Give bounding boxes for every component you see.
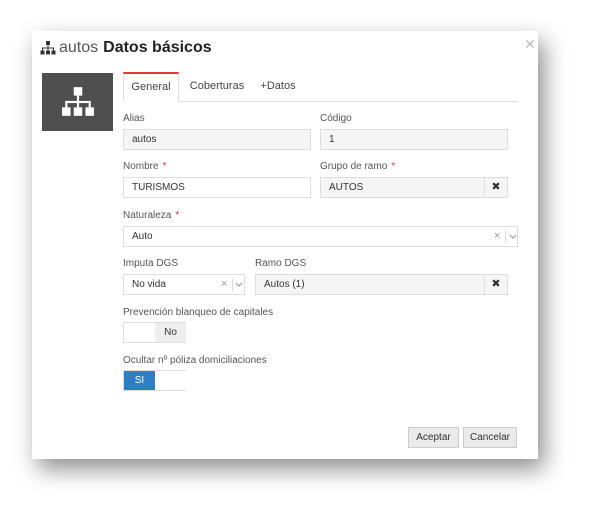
required-mark: * bbox=[175, 210, 180, 221]
grupo-ramo-field[interactable]: AUTOS ✖ bbox=[320, 177, 508, 198]
ramo-dgs-clear-button[interactable]: ✖ bbox=[484, 274, 508, 295]
tab-general[interactable]: General bbox=[123, 72, 179, 102]
dialog: autos Datos básicos ✕ General Coberturas… bbox=[32, 31, 538, 459]
select-divider bbox=[505, 230, 506, 243]
sitemap-icon bbox=[40, 41, 56, 55]
required-mark: * bbox=[162, 161, 167, 172]
chevron-down-icon[interactable] bbox=[234, 275, 244, 294]
select-divider bbox=[232, 278, 233, 291]
dialog-header: autos Datos básicos bbox=[40, 37, 212, 59]
grupo-ramo-label: Grupo de ramo * bbox=[320, 161, 396, 172]
required-mark: * bbox=[391, 161, 396, 172]
avatar bbox=[42, 73, 113, 131]
codigo-field[interactable]: 1 bbox=[320, 129, 508, 150]
codigo-label: Código bbox=[320, 113, 352, 124]
close-icon[interactable]: ✕ bbox=[524, 37, 536, 51]
dialog-title-prefix: autos bbox=[59, 39, 99, 56]
tab-bar: General Coberturas +Datos bbox=[123, 72, 518, 102]
naturaleza-label: Naturaleza * bbox=[123, 210, 180, 221]
tab-coberturas[interactable]: Coberturas bbox=[181, 72, 253, 101]
toggle-si: SI bbox=[124, 371, 155, 390]
naturaleza-clear-icon[interactable]: × bbox=[494, 227, 500, 246]
grupo-ramo-value: AUTOS bbox=[329, 182, 364, 193]
imputa-dgs-clear-icon[interactable]: × bbox=[221, 275, 227, 294]
imputa-dgs-select[interactable]: No vida × bbox=[123, 274, 245, 295]
grupo-ramo-clear-button[interactable]: ✖ bbox=[484, 177, 508, 198]
alias-label: Alias bbox=[123, 113, 145, 124]
ocultar-toggle[interactable]: SI bbox=[123, 370, 186, 391]
prevencion-label: Prevención blanqueo de capitales bbox=[123, 307, 274, 318]
accept-button[interactable]: Aceptar bbox=[408, 427, 459, 448]
sitemap-icon bbox=[61, 87, 94, 116]
naturaleza-value: Auto bbox=[132, 231, 153, 242]
ramo-dgs-field[interactable]: Autos (1) ✖ bbox=[255, 274, 508, 295]
toggle-no: No bbox=[155, 323, 186, 342]
ocultar-label: Ocultar nº póliza domiciliaciones bbox=[123, 355, 267, 366]
alias-field[interactable]: autos bbox=[123, 129, 311, 150]
toggle-blank bbox=[124, 323, 155, 342]
tab-mas-datos[interactable]: +Datos bbox=[253, 72, 303, 101]
ramo-dgs-label: Ramo DGS bbox=[255, 258, 307, 269]
nombre-label: Nombre * bbox=[123, 161, 167, 172]
toggle-blank bbox=[155, 371, 186, 390]
nombre-field[interactable]: TURISMOS bbox=[123, 177, 311, 198]
prevencion-toggle[interactable]: No bbox=[123, 322, 186, 343]
cancel-button[interactable]: Cancelar bbox=[463, 427, 517, 448]
imputa-dgs-value: No vida bbox=[132, 279, 166, 290]
ramo-dgs-value: Autos (1) bbox=[264, 279, 305, 290]
dialog-title: Datos básicos bbox=[103, 39, 212, 56]
imputa-dgs-label: Imputa DGS bbox=[123, 258, 179, 269]
naturaleza-select[interactable]: Auto × bbox=[123, 226, 518, 247]
chevron-down-icon[interactable] bbox=[508, 227, 518, 246]
